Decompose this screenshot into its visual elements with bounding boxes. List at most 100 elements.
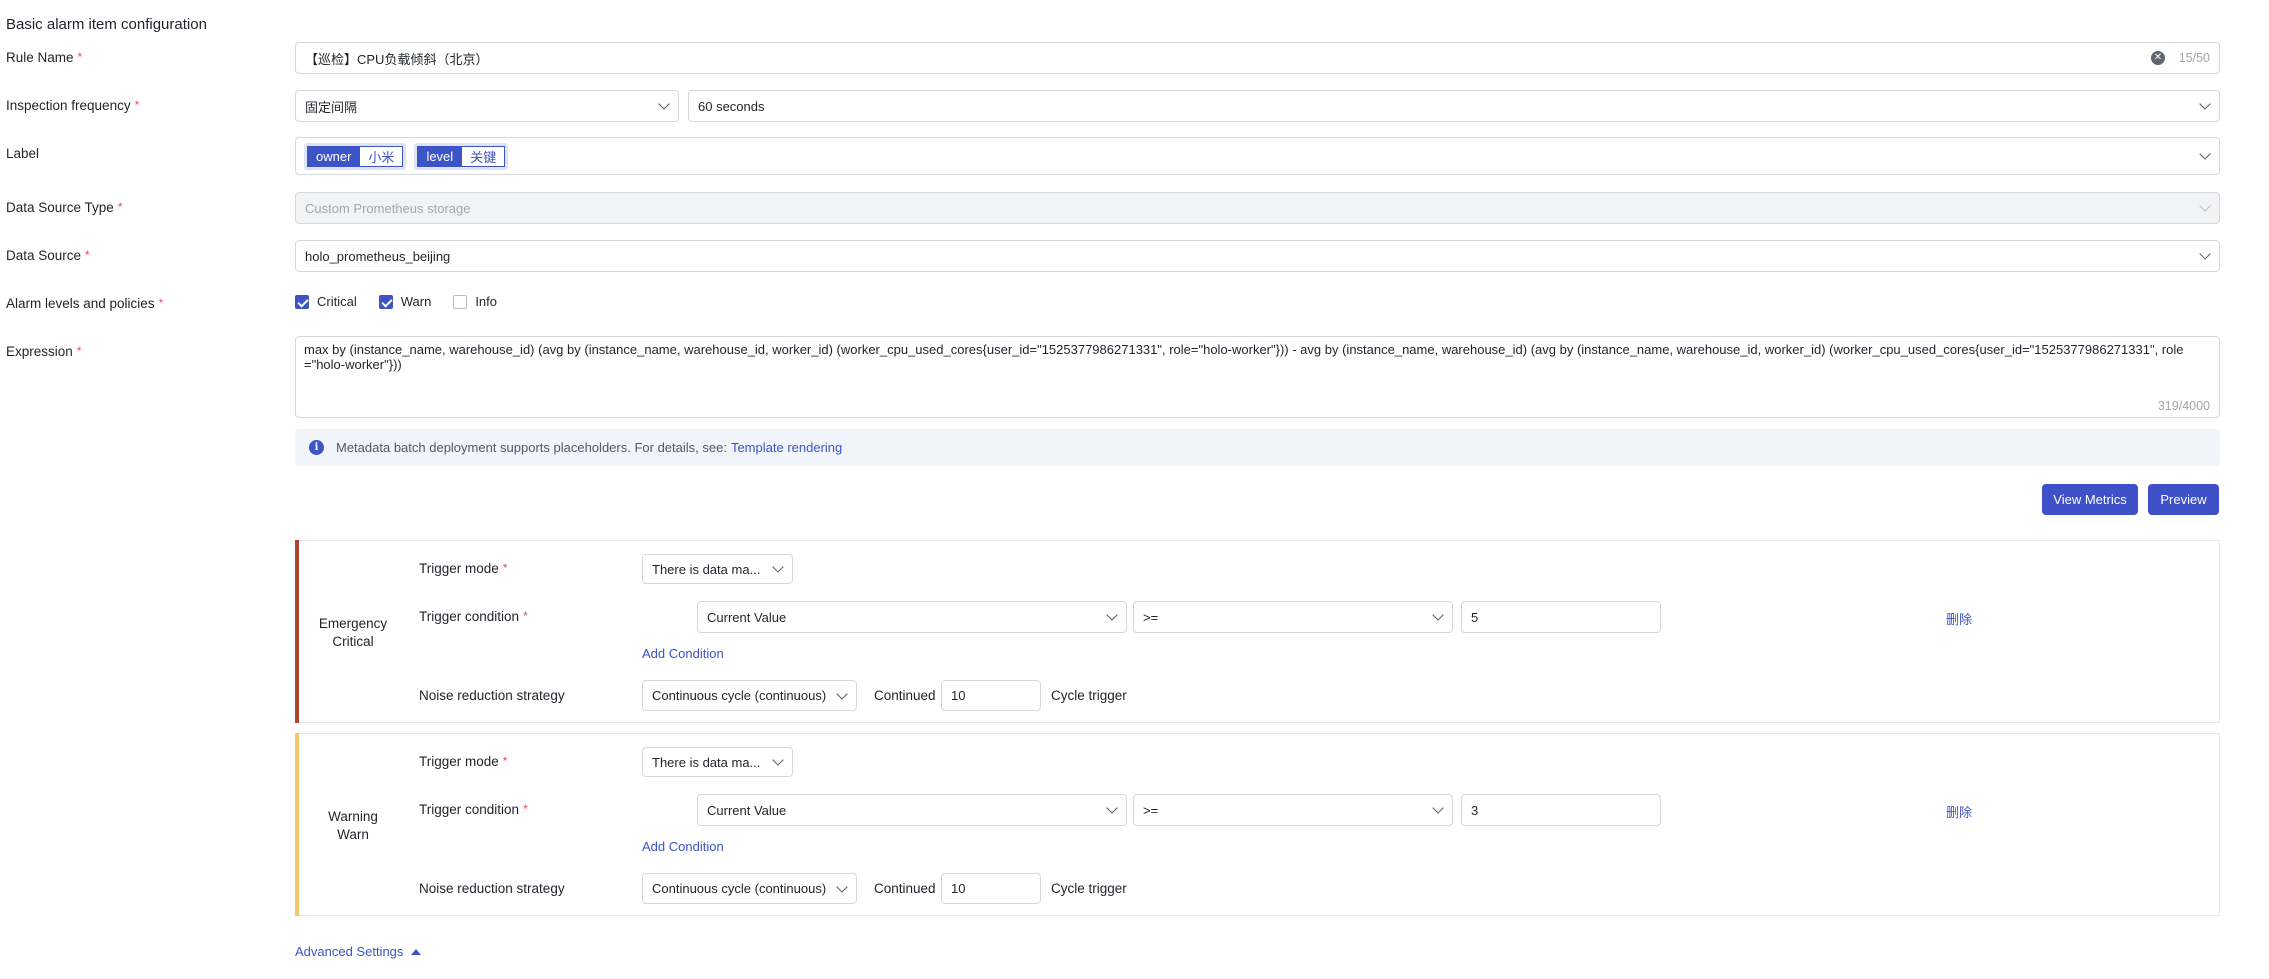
checkbox-label: Critical	[317, 294, 357, 309]
info-bar: i Metadata batch deployment supports pla…	[295, 429, 2220, 466]
chevron-down-icon	[836, 880, 848, 893]
inspection-mode-select[interactable]: 固定间隔	[295, 90, 679, 122]
inspection-interval-select[interactable]: 60 seconds	[688, 90, 2220, 122]
advanced-settings-toggle[interactable]: Advanced Settings	[295, 944, 422, 959]
inspection-frequency-label: Inspection frequency *	[6, 98, 140, 113]
trigger-mode-select[interactable]: There is data ma...	[642, 554, 793, 584]
noise-reduction-value: Continuous cycle (continuous)	[652, 881, 827, 896]
condition-value-input[interactable]: 5	[1461, 601, 1661, 633]
rule-name-value: 【巡检】CPU负载倾斜（北京）	[305, 51, 489, 67]
chevron-down-icon	[772, 561, 784, 573]
cycles-value: 10	[951, 688, 966, 703]
advanced-settings-label: Advanced Settings	[295, 944, 404, 959]
condition-value: 5	[1471, 609, 1479, 625]
chevron-down-icon	[1106, 802, 1118, 814]
condition-operator-value: >=	[1143, 802, 1159, 818]
inspection-mode-value: 固定间隔	[305, 99, 358, 115]
delete-condition-link[interactable]: 删除	[1946, 802, 1972, 821]
data-source-select[interactable]: holo_prometheus_beijing	[295, 240, 2220, 272]
checkbox-warn[interactable]: Warn	[378, 294, 432, 309]
condition-field-value: Current Value	[707, 609, 787, 625]
cycles-input[interactable]: 10	[941, 873, 1041, 904]
chevron-down-icon	[1432, 609, 1444, 621]
label-select[interactable]: owner 小米 level 关键	[295, 137, 2220, 175]
chevron-down-icon	[2199, 98, 2211, 110]
data-source-type-select: Custom Prometheus storage	[295, 192, 2220, 224]
checkbox-label: Info	[475, 294, 497, 309]
chevron-down-icon	[2199, 248, 2211, 260]
trigger-mode-select[interactable]: There is data ma...	[642, 747, 793, 777]
trigger-mode-label: Trigger mode *	[419, 754, 508, 769]
checkbox-label: Warn	[400, 294, 432, 309]
checkbox-checked-icon	[295, 294, 309, 309]
expression-textarea[interactable]: max by (instance_name, warehouse_id) (av…	[295, 336, 2220, 418]
trigger-condition-label: Trigger condition *	[419, 802, 528, 817]
label-tag[interactable]: owner 小米	[304, 142, 407, 170]
condition-operator-select[interactable]: >=	[1133, 794, 1453, 826]
clear-icon[interactable]: ✕	[2151, 51, 2165, 65]
trigger-condition-label: Trigger condition *	[419, 609, 528, 624]
section-title: Basic alarm item configuration	[6, 16, 207, 33]
checkbox-unchecked-icon	[453, 294, 468, 309]
continued-label: Continued	[874, 881, 936, 896]
tag-key: owner	[307, 145, 361, 167]
chevron-down-icon	[658, 98, 670, 110]
tag-value: 关键	[462, 145, 506, 167]
delete-condition-link[interactable]: 删除	[1946, 609, 1972, 628]
alarm-level-panel-critical: Emergency Critical Trigger mode * There i…	[295, 540, 2220, 723]
chevron-down-icon	[1106, 609, 1118, 621]
level-name: Emergency Critical	[308, 615, 398, 651]
alarm-levels-group: Critical Warn Info	[295, 294, 519, 309]
noise-reduction-select[interactable]: Continuous cycle (continuous)	[642, 873, 857, 904]
trigger-mode-label: Trigger mode *	[419, 561, 508, 576]
template-rendering-link[interactable]: Template rendering	[731, 440, 842, 455]
noise-reduction-value: Continuous cycle (continuous)	[652, 688, 827, 703]
condition-operator-select[interactable]: >=	[1133, 601, 1453, 633]
add-condition-link[interactable]: Add Condition	[642, 646, 724, 661]
caret-up-icon	[411, 949, 422, 955]
data-source-type-value: Custom Prometheus storage	[305, 200, 471, 216]
view-metrics-button[interactable]: View Metrics	[2042, 484, 2138, 515]
noise-reduction-select[interactable]: Continuous cycle (continuous)	[642, 680, 857, 711]
label-field-label: Label	[6, 146, 40, 161]
info-text: Metadata batch deployment supports place…	[336, 440, 727, 455]
data-source-value: holo_prometheus_beijing	[305, 248, 451, 264]
level-accent-bar	[295, 540, 299, 723]
level-accent-bar	[295, 733, 299, 916]
trigger-mode-value: There is data ma...	[652, 561, 761, 577]
condition-value: 3	[1471, 802, 1479, 818]
chevron-down-icon	[1432, 802, 1444, 814]
trigger-mode-value: There is data ma...	[652, 754, 761, 770]
chevron-down-icon	[2199, 148, 2211, 160]
level-name-line2: Warn	[337, 827, 369, 842]
cycle-trigger-label: Cycle trigger	[1051, 688, 1127, 703]
data-source-type-label: Data Source Type *	[6, 200, 123, 215]
alarm-levels-label: Alarm levels and policies *	[6, 296, 164, 311]
continued-label: Continued	[874, 688, 936, 703]
preview-button[interactable]: Preview	[2148, 484, 2219, 515]
cycles-input[interactable]: 10	[941, 680, 1041, 711]
checkbox-critical[interactable]: Critical	[295, 294, 357, 309]
condition-field-select[interactable]: Current Value	[697, 601, 1127, 633]
tag-key: level	[417, 145, 463, 167]
expression-value: max by (instance_name, warehouse_id) (av…	[304, 342, 2184, 372]
condition-field-select[interactable]: Current Value	[697, 794, 1127, 826]
cycles-value: 10	[951, 881, 966, 896]
expression-label: Expression *	[6, 344, 82, 359]
checkbox-info[interactable]: Info	[453, 294, 497, 309]
rule-name-label: Rule Name *	[6, 50, 83, 65]
checkbox-checked-icon	[378, 294, 393, 309]
noise-reduction-label: Noise reduction strategy	[419, 688, 565, 703]
add-condition-link[interactable]: Add Condition	[642, 839, 724, 854]
condition-value-input[interactable]: 3	[1461, 794, 1661, 826]
level-name: Warning Warn	[308, 808, 398, 844]
level-name-line2: Critical	[332, 634, 374, 649]
level-name-line1: Warning	[328, 809, 378, 824]
chevron-down-icon	[2199, 200, 2211, 212]
cycle-trigger-label: Cycle trigger	[1051, 881, 1127, 896]
rule-name-input[interactable]: 【巡检】CPU负载倾斜（北京） ✕ 15/50	[295, 42, 2220, 74]
tag-value: 小米	[360, 145, 404, 167]
rule-name-counter: 15/50	[2178, 51, 2210, 65]
label-tag[interactable]: level 关键	[414, 142, 509, 170]
level-name-line1: Emergency	[318, 616, 388, 631]
